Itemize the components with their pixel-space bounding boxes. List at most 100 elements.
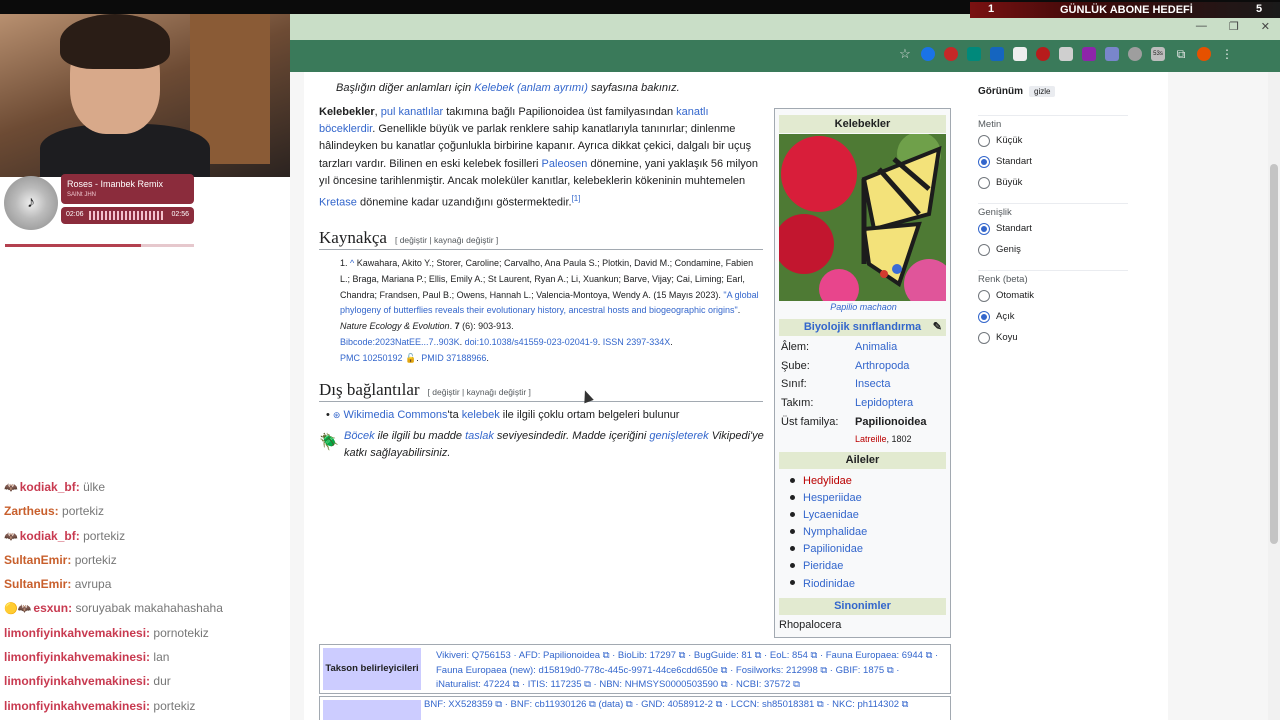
link-wikimedia-commons[interactable]: Wikimedia Commons bbox=[344, 409, 448, 421]
taxonomy-value[interactable]: Lepidoptera bbox=[855, 397, 913, 409]
butterfly-photo[interactable] bbox=[779, 134, 946, 301]
radio-option[interactable]: Standart bbox=[978, 151, 1128, 172]
link-bocek[interactable]: Böcek bbox=[344, 430, 375, 442]
lead-text: takımına bağlı Papilionoidea üst familya… bbox=[443, 106, 677, 118]
chat-username[interactable]: limonfiyinkahvemakinesi: bbox=[4, 699, 150, 713]
chat-username[interactable]: SultanEmir: bbox=[4, 577, 71, 591]
link-pul-kanatlilar[interactable]: pul kanatlılar bbox=[381, 106, 443, 118]
ext-icon-6[interactable] bbox=[1036, 47, 1050, 61]
radio-button[interactable] bbox=[978, 176, 990, 189]
chat-text: portekiz bbox=[62, 504, 105, 519]
classification-title: Biyolojik sınıflandırma bbox=[803, 321, 922, 333]
ext-icon-7[interactable] bbox=[1059, 47, 1073, 61]
photo-caption[interactable]: Papilio machaon bbox=[775, 302, 952, 312]
link-kelebek-commons[interactable]: kelebek bbox=[462, 409, 500, 421]
minimize-icon[interactable]: — bbox=[1196, 20, 1207, 33]
radio-option[interactable]: Standart bbox=[978, 218, 1128, 239]
family-link[interactable]: Hedylidae bbox=[803, 475, 852, 487]
ext-icon-10[interactable] bbox=[1128, 47, 1142, 61]
radio-option[interactable]: Açık bbox=[978, 306, 1128, 327]
ext-icon-8[interactable] bbox=[1082, 47, 1096, 61]
taxon-line[interactable]: iNaturalist: 47224 ⧉ · ITIS: 117235 ⧉ · … bbox=[436, 678, 946, 693]
star-icon[interactable]: ☆ bbox=[898, 46, 912, 61]
radio-button[interactable] bbox=[978, 243, 990, 256]
link-genisleterek[interactable]: genişleterek bbox=[649, 430, 708, 442]
family-link[interactable]: Pieridae bbox=[803, 560, 843, 572]
maximize-icon[interactable]: ❐ bbox=[1229, 20, 1239, 33]
menu-icon[interactable]: ⋮ bbox=[1220, 47, 1234, 61]
radio-button[interactable] bbox=[978, 155, 990, 168]
pmc-link[interactable]: PMC 10250192 bbox=[340, 353, 403, 363]
puzzle-icon[interactable]: ⧉ bbox=[1174, 47, 1188, 61]
pencil-icon[interactable]: ✎ bbox=[933, 319, 942, 336]
link-kretase[interactable]: Kretase bbox=[319, 197, 357, 209]
ext-icon-11[interactable]: 53s bbox=[1151, 47, 1165, 61]
family-link[interactable]: Papilionidae bbox=[803, 543, 863, 555]
close-icon[interactable]: ✕ bbox=[1261, 20, 1270, 33]
chat-feed: 🦇 kodiak_bf: ülke Zartheus: portekiz 🦇 kodia… bbox=[4, 480, 290, 720]
taxonomy-row: Şube: Arthropoda bbox=[781, 360, 948, 378]
taxon-line[interactable]: Fauna Europaea (new): d15819d0-778c-445c… bbox=[436, 664, 946, 679]
chat-username[interactable]: limonfiyinkahvemakinesi: bbox=[4, 674, 150, 688]
bullet-icon bbox=[790, 528, 795, 534]
family-link[interactable]: Riodinidae bbox=[803, 578, 855, 590]
authority-control-list[interactable]: BNF: XX528359 ⧉ · BNF: cb11930126 ⧉ (dat… bbox=[424, 699, 944, 710]
bibcode-link[interactable]: Bibcode:2023NatEE...7..903K bbox=[340, 337, 460, 347]
radio-option[interactable]: Küçük bbox=[978, 130, 1128, 151]
link-paleosen[interactable]: Paleosen bbox=[542, 158, 588, 170]
radio-option[interactable]: Büyük bbox=[978, 172, 1128, 193]
family-link[interactable]: Hesperiidae bbox=[803, 492, 862, 504]
radio-button[interactable] bbox=[978, 222, 990, 235]
chat-username[interactable]: limonfiyinkahvemakinesi: bbox=[4, 626, 150, 640]
ext-icon-4[interactable] bbox=[990, 47, 1004, 61]
ref-backlink[interactable]: ^ bbox=[350, 258, 354, 268]
authority-link[interactable]: Latreille bbox=[855, 434, 887, 444]
family-link[interactable]: Nymphalidae bbox=[803, 526, 867, 538]
link-taslak[interactable]: taslak bbox=[465, 430, 494, 442]
radio-option[interactable]: Geniş bbox=[978, 239, 1128, 260]
radio-label: Küçük bbox=[996, 135, 1023, 146]
heading-text: Kaynakça bbox=[319, 228, 387, 247]
chat-message: 🦇 kodiak_bf: portekiz bbox=[4, 529, 290, 553]
ext-icon-2[interactable] bbox=[944, 47, 958, 61]
taxonomy-value[interactable]: Insecta bbox=[855, 378, 890, 390]
chat-username[interactable]: limonfiyinkahvemakinesi: bbox=[4, 650, 150, 664]
radio-option[interactable]: Koyu bbox=[978, 327, 1128, 348]
taxonomy-value[interactable]: Arthropoda bbox=[855, 360, 909, 372]
ext-icon-1[interactable] bbox=[921, 47, 935, 61]
ext-icon-5[interactable] bbox=[1013, 47, 1027, 61]
ext-icon-9[interactable] bbox=[1105, 47, 1119, 61]
taxon-authority: Latreille, 1802 bbox=[855, 434, 912, 444]
bullet-icon bbox=[790, 563, 795, 569]
ref-journal: Nature Ecology & Evolution bbox=[340, 321, 450, 332]
radio-button[interactable] bbox=[978, 289, 990, 302]
chat-username[interactable]: kodiak_bf: bbox=[20, 529, 80, 543]
ref-link-1[interactable]: [1] bbox=[572, 194, 581, 203]
hide-button[interactable]: gizle bbox=[1029, 86, 1056, 97]
heading-rule bbox=[319, 401, 763, 402]
profile-icon[interactable] bbox=[1197, 47, 1211, 61]
stream-overlay: ♪ Roses - Imanbek Remix SAINt JHN 02:06 … bbox=[0, 14, 290, 720]
ext-icon-3[interactable] bbox=[967, 47, 981, 61]
chat-username[interactable]: esxun: bbox=[33, 601, 72, 615]
doi-link[interactable]: doi:10.1038/s41559-023-02041-9 bbox=[465, 337, 598, 347]
pmid-link[interactable]: PMID 37188966 bbox=[421, 353, 486, 363]
edit-section-link[interactable]: [ değiştir | kaynağı değiştir ] bbox=[395, 235, 498, 245]
taxonomy-value[interactable]: Animalia bbox=[855, 341, 897, 353]
family-link[interactable]: Lycaenidae bbox=[803, 509, 859, 521]
radio-option[interactable]: Otomatik bbox=[978, 285, 1128, 306]
synonyms-header[interactable]: Sinonimler bbox=[779, 598, 946, 615]
edit-section-link[interactable]: [ değiştir | kaynağı değiştir ] bbox=[428, 387, 531, 397]
taxon-line[interactable]: Vikiveri: Q756153 · AFD: Papilionoidea ⧉… bbox=[436, 649, 946, 664]
page-scrollbar[interactable] bbox=[1268, 72, 1280, 720]
chat-username[interactable]: Zartheus: bbox=[4, 504, 59, 518]
chat-username[interactable]: SultanEmir: bbox=[4, 553, 71, 567]
classification-header[interactable]: Biyolojik sınıflandırma ✎ bbox=[779, 319, 946, 336]
radio-button[interactable] bbox=[978, 331, 990, 344]
disambiguation-link[interactable]: Kelebek (anlam ayrımı) bbox=[474, 82, 588, 94]
radio-button[interactable] bbox=[978, 134, 990, 147]
chat-username[interactable]: kodiak_bf: bbox=[20, 480, 80, 494]
issn-link[interactable]: ISSN 2397-334X bbox=[603, 337, 671, 347]
scrollbar-thumb[interactable] bbox=[1270, 164, 1278, 544]
radio-button[interactable] bbox=[978, 310, 990, 323]
